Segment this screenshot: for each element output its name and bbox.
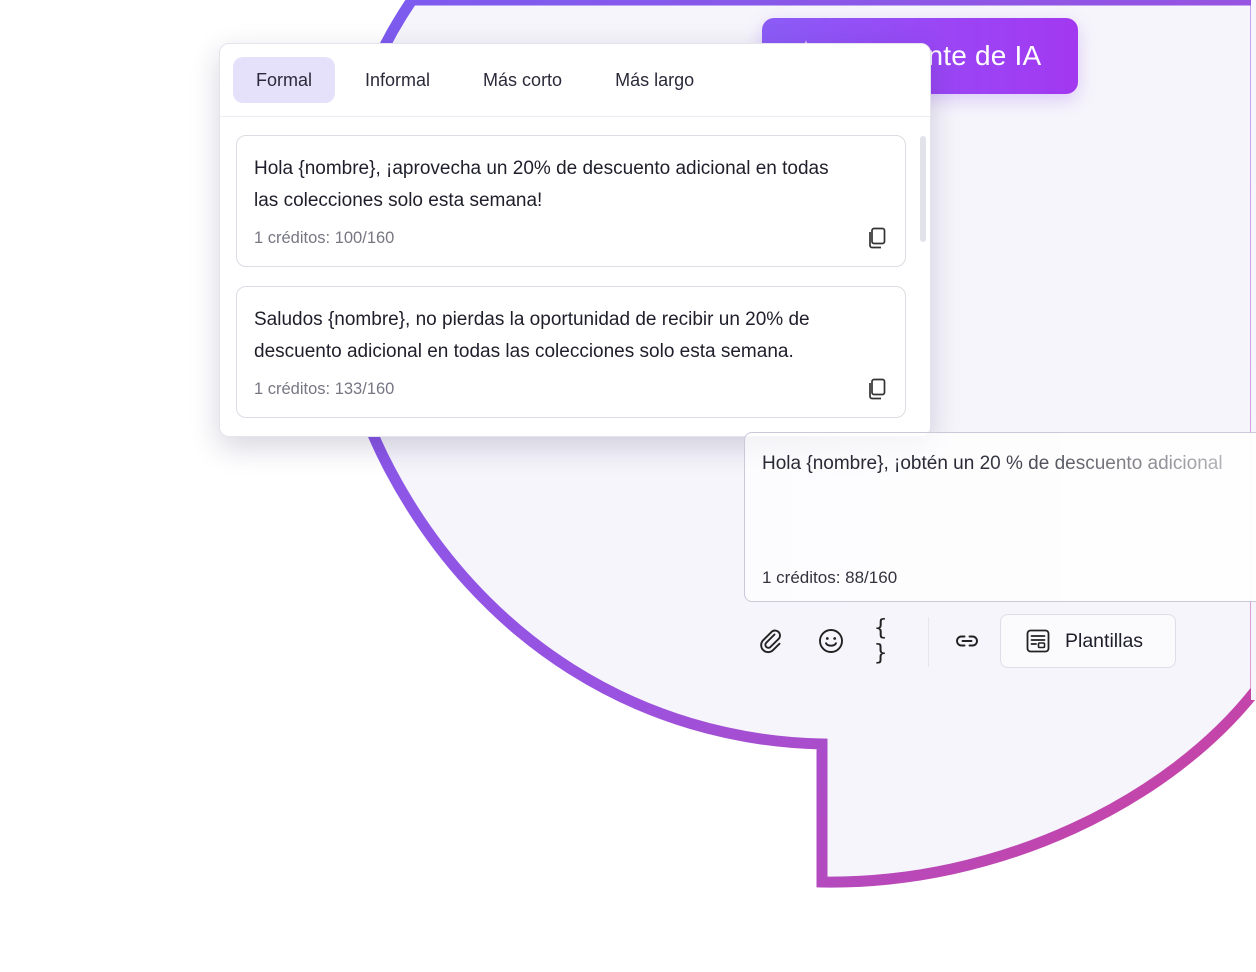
link-icon[interactable] [952,626,982,656]
copy-icon[interactable] [867,227,887,249]
popup-scrollbar[interactable] [920,136,926,242]
suggestion-text-line: descuento adicional en todas las colecci… [254,341,794,362]
paperclip-icon[interactable] [756,626,786,656]
templates-button[interactable]: Plantillas [1000,614,1176,668]
suggestion-credits: 1 créditos: 100/160 [254,229,395,247]
composer-credits: 1 créditos: 88/160 [762,568,898,587]
suggestion-text-line: Saludos {nombre}, no pierdas la oportuni… [254,309,810,330]
template-icon [1026,629,1050,653]
message-composer[interactable]: Hola {nombre}, ¡obtén un 20 % de descuen… [744,432,1256,602]
toolbar-divider [928,617,929,667]
tab-formal[interactable]: Formal [233,57,336,103]
smiley-icon[interactable] [816,626,846,656]
suggestion-credits: 1 créditos: 133/160 [254,380,395,398]
suggestion-text: Hola {nombre}, ¡aprovecha un 20% de desc… [254,153,887,217]
suggestion-card[interactable]: Hola {nombre}, ¡aprovecha un 20% de desc… [236,135,906,267]
tab-longer[interactable]: Más largo [592,57,717,103]
suggestion-text: Saludos {nombre}, no pierdas la oportuni… [254,304,887,368]
variables-button[interactable]: { } [874,616,904,666]
tab-shorter[interactable]: Más corto [460,57,585,103]
rewrite-suggestions-popup: Formal Informal Más corto Más largo Hola… [219,43,931,437]
tone-tabs: Formal Informal Más corto Más largo [220,44,930,117]
templates-label: Plantillas [1065,629,1144,652]
copy-icon[interactable] [867,378,887,400]
suggestion-card[interactable]: Saludos {nombre}, no pierdas la oportuni… [236,286,906,418]
suggestion-text-line: las colecciones solo esta semana! [254,190,543,211]
suggestion-text-line: Hola {nombre}, ¡aprovecha un 20% de desc… [254,158,829,179]
message-input-text[interactable]: Hola {nombre}, ¡obtén un 20 % de descuen… [762,453,1223,475]
tab-informal[interactable]: Informal [342,57,453,103]
